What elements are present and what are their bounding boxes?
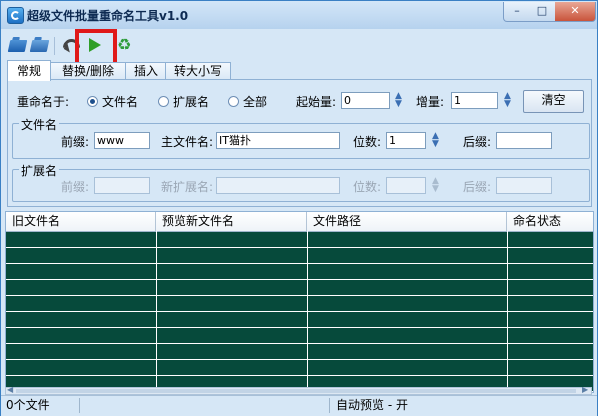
toolbar-separator [54,37,55,55]
table-row[interactable] [6,264,593,280]
scroll-left-icon[interactable]: ◀ [7,385,13,394]
horizontal-scrollbar[interactable]: ◀ ▶ [5,385,592,395]
rename-target-label: 重命名于: [17,95,70,109]
filename-digits-label: 位数: [353,135,382,149]
table-row[interactable] [6,344,593,360]
column-status[interactable]: 命名状态 [507,212,593,231]
column-file-path[interactable]: 文件路径 [307,212,507,231]
clear-button[interactable]: 清空 [523,90,584,113]
extension-group-title: 扩展名 [19,162,60,179]
main-window: 超级文件批量重命名工具v1.0 – □ ✕ ♻ 常规 替换/删除 插入 转大小写… [0,0,598,416]
status-bar: 0个文件 自动预览 - 开 [1,395,597,416]
start-value-input[interactable]: 0 [341,92,390,109]
radio-filename-label[interactable]: 文件名 [102,93,138,110]
main-filename-label: 主文件名: [161,135,214,149]
filename-group-title: 文件名 [19,116,60,133]
tab-case-convert[interactable]: 转大小写 [165,62,231,80]
filename-digits-stepper[interactable]: ▲ ▼ [429,132,442,149]
radio-extension-label[interactable]: 扩展名 [173,93,209,110]
radio-all-label[interactable]: 全部 [243,93,267,110]
file-list-table[interactable]: 旧文件名 预览新文件名 文件路径 命名状态 [5,211,594,393]
main-filename-input[interactable]: IT猫扑 [216,132,340,149]
ext-prefix-input [94,177,150,194]
column-preview-filename[interactable]: 预览新文件名 [156,212,307,231]
start-value-stepper[interactable]: ▲ ▼ [392,92,405,109]
filename-digits-input[interactable]: 1 [386,132,426,149]
table-row[interactable] [6,296,593,312]
filename-prefix-input[interactable]: www [94,132,150,149]
column-divider [307,231,308,392]
radio-all[interactable] [228,96,239,107]
file-count-status: 0个文件 [6,398,50,412]
radio-extension[interactable] [158,96,169,107]
tab-replace-delete[interactable]: 替换/删除 [49,62,127,80]
radio-filename[interactable] [87,96,98,107]
open-file-button[interactable] [29,34,51,56]
minimize-button[interactable]: – [503,2,531,22]
scrollbar-thumb[interactable] [16,389,576,393]
step-value-input[interactable]: 1 [451,92,498,109]
table-row[interactable] [6,232,593,248]
new-ext-input [216,177,340,194]
ext-prefix-label: 前缀: [61,180,90,194]
step-value-stepper[interactable]: ▲ ▼ [501,92,514,109]
table-row[interactable] [6,248,593,264]
ext-suffix-label: 后缀: [463,180,492,194]
open-folder-icon [7,40,28,52]
column-divider [156,231,157,392]
auto-preview-status: 自动预览 - 开 [336,398,408,412]
scroll-right-icon[interactable]: ▶ [582,385,588,394]
ext-suffix-input [496,177,552,194]
app-icon [7,7,24,24]
filename-suffix-input[interactable] [496,132,552,149]
ext-digits-input [386,177,426,194]
table-row[interactable] [6,360,593,376]
table-row[interactable] [6,280,593,296]
table-row[interactable] [6,328,593,344]
new-ext-label: 新扩展名: [161,180,214,194]
start-value-label: 起始量: [296,95,337,109]
open-file-icon [29,40,50,52]
recycle-icon: ♻ [117,35,132,54]
status-separator [79,398,80,413]
status-separator [329,398,330,413]
tab-insert[interactable]: 插入 [125,62,167,80]
column-divider [507,231,508,392]
open-folder-button[interactable] [7,34,29,56]
filename-prefix-label: 前缀: [61,135,90,149]
table-header: 旧文件名 预览新文件名 文件路径 命名状态 [6,212,593,232]
maximize-button[interactable]: □ [529,2,556,22]
filename-suffix-label: 后缀: [463,135,492,149]
title-bar[interactable]: 超级文件批量重命名工具v1.0 – □ ✕ [1,1,597,29]
ext-digits-stepper: ▲ ▼ [432,176,439,194]
step-value-label: 增量: [416,95,445,109]
close-button[interactable]: ✕ [555,2,596,22]
table-row[interactable] [6,312,593,328]
refresh-button[interactable]: ♻ [114,34,136,56]
tab-general[interactable]: 常规 [7,60,51,81]
window-title: 超级文件批量重命名工具v1.0 [27,9,189,23]
ext-digits-label: 位数: [353,180,382,194]
column-old-filename[interactable]: 旧文件名 [6,212,156,231]
